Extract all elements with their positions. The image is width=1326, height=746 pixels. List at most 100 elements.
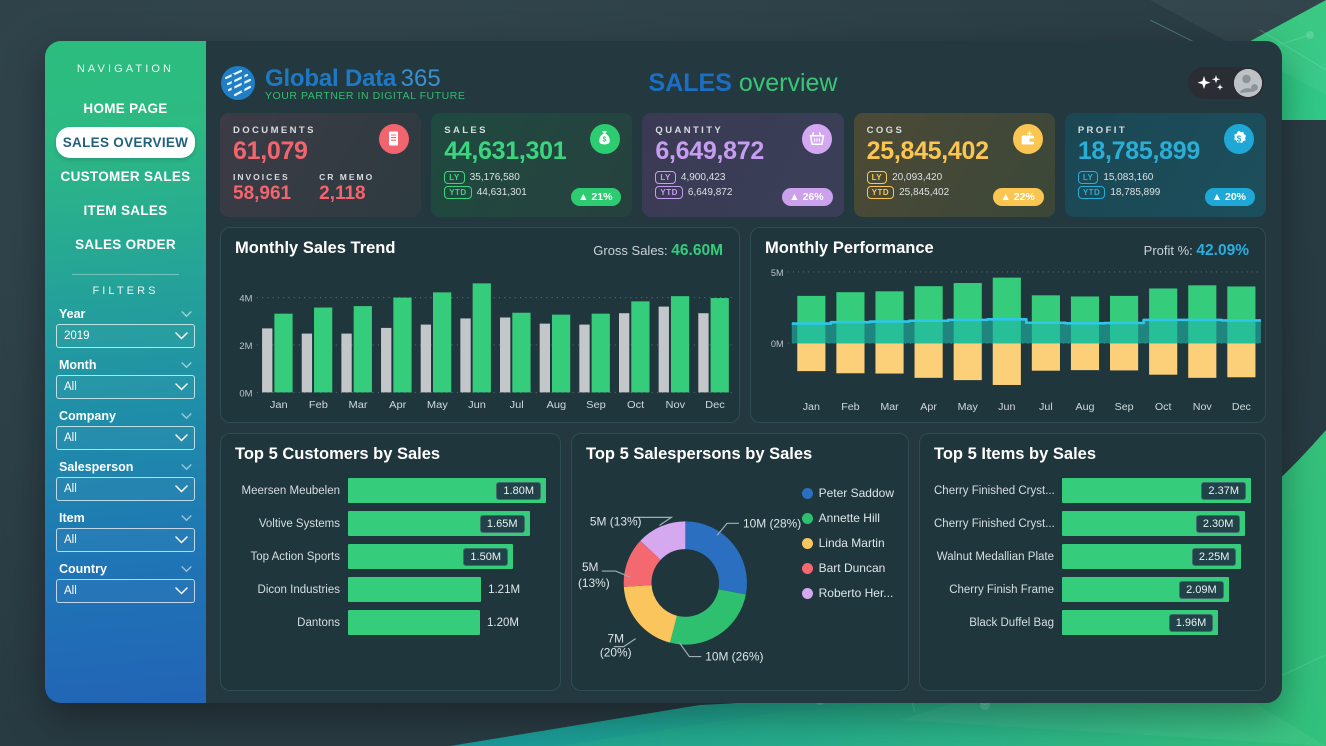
svg-text:0M: 0M	[239, 389, 252, 399]
chevron-down-icon	[175, 383, 188, 391]
filter-year: Year 2019	[56, 307, 195, 348]
legend-item[interactable]: Roberto Her...	[801, 586, 894, 600]
bar-fill: 2.09M	[1062, 577, 1229, 602]
filter-value: 2019	[64, 330, 90, 342]
legend-label: Roberto Her...	[818, 586, 894, 600]
filters-list: Year 2019 Month All Company All Salesper…	[56, 307, 195, 603]
wallet-icon	[1012, 124, 1043, 154]
kpi-card-sales[interactable]: SALES 44,631,301 $ LY 35,176,580 YTD 44,…	[431, 113, 633, 217]
bar-row[interactable]: Dicon Industries 1.21M	[235, 577, 546, 602]
bar-row[interactable]: Cherry Finish Frame 2.09M	[934, 577, 1251, 602]
receipt-icon	[379, 124, 410, 154]
legend-item[interactable]: Annette Hill	[801, 511, 894, 525]
bar-row[interactable]: Black Duffel Bag 1.96M	[934, 610, 1251, 635]
kpi-card-cogs[interactable]: COGS 25,845,402 LY 20,093,420 YTD 25,845…	[853, 113, 1055, 217]
ytd-tag: YTD	[866, 186, 895, 199]
kpi-ly-row: LY 15,083,160	[1077, 171, 1253, 184]
filter-select-year[interactable]: 2019	[56, 324, 195, 348]
top-salespersons-card: Top 5 Salespersons by Sales 10M (28%) 10M…	[571, 433, 909, 691]
filter-label-row: Country	[56, 562, 195, 579]
kpi-sub-value: 2,118	[319, 183, 366, 204]
ai-assistant-button[interactable]	[1188, 67, 1264, 99]
kpi-subcol: INVOICES 58,961	[233, 172, 291, 205]
user-avatar[interactable]	[1234, 69, 1262, 97]
kpi-card-profit[interactable]: PROFIT 18,785,899 $ LY 15,083,160 YTD 18…	[1064, 113, 1267, 217]
sidebar-item-item-sales[interactable]: ITEM SALES	[56, 195, 195, 226]
ly-tag: LY	[444, 171, 465, 184]
filter-select-country[interactable]: All	[56, 579, 195, 603]
navigation-header: NAVIGATION	[76, 63, 175, 75]
bar-row[interactable]: Cherry Finished Cryst... 2.37M	[934, 478, 1251, 503]
chevron-down-icon	[181, 412, 192, 419]
bar-track: 2.37M	[1062, 478, 1251, 503]
bar-row[interactable]: Dantons 1.20M	[235, 610, 546, 635]
kpi-ly-row: LY 35,176,580	[444, 171, 619, 184]
bar-category-label: Cherry Finish Frame	[949, 583, 1054, 596]
kpi-delta-badge: ▲ 20%	[1204, 188, 1256, 206]
svg-text:$: $	[1237, 135, 1242, 144]
chevron-down-icon	[181, 310, 192, 317]
kpi-delta-badge: ▲ 22%	[993, 188, 1044, 206]
logo-name-light: 365	[400, 64, 441, 92]
filter-select-month[interactable]: All	[56, 375, 195, 399]
bar-fill: 1.65M	[348, 511, 530, 536]
globe-logo-icon	[221, 66, 255, 100]
chevron-down-icon	[175, 485, 188, 493]
svg-text:Sep: Sep	[586, 399, 606, 411]
bar-value-label: 2.37M	[1201, 481, 1246, 500]
bar-row[interactable]: Walnut Medallian Plate 2.25M	[934, 544, 1251, 569]
filter-select-item[interactable]: All	[56, 528, 195, 552]
legend-item[interactable]: Linda Martin	[801, 536, 894, 550]
sidebar-item-sales-overview[interactable]: SALES OVERVIEW	[56, 127, 195, 158]
filter-value: All	[64, 585, 77, 597]
legend-item[interactable]: Peter Saddow	[801, 486, 894, 500]
filter-select-company[interactable]: All	[56, 426, 195, 450]
top-customers-bar-list: Meersen Meubelen 1.80M Voltive Systems 1…	[235, 478, 546, 635]
svg-text:Aug: Aug	[1075, 401, 1094, 413]
bar-category-label: Walnut Medallian Plate	[936, 550, 1054, 563]
profit-pct-kpi: Profit %: 42.09%	[1144, 242, 1249, 260]
legend-item[interactable]: Bart Duncan	[801, 561, 894, 575]
profit-pct-value: 42.09%	[1196, 242, 1249, 259]
sidebar-item-home-page[interactable]: HOME PAGE	[56, 93, 195, 124]
kpi-subcol: CR MEMO 2,118	[319, 172, 374, 205]
bar-row[interactable]: Voltive Systems 1.65M	[235, 511, 546, 536]
ytd-tag: YTD	[655, 186, 683, 199]
bar-row[interactable]: Meersen Meubelen 1.80M	[235, 478, 546, 503]
filter-label: Salesperson	[59, 460, 134, 474]
dollar-badge-icon: $	[1224, 124, 1255, 154]
monthly-performance-plot[interactable]: 0M 5M Jan Feb Mar Apr May Jun Jul Aug Sep Oct Nov Dec	[751, 264, 1265, 422]
bar-row[interactable]: Cherry Finished Cryst... 2.30M	[934, 511, 1251, 536]
monthly-sales-trend-plot[interactable]: 0M 2M 4M Jan Feb Mar Apr May Jun Jul Aug Sep Oct Nov D…	[221, 264, 739, 422]
svg-text:Nov: Nov	[1193, 401, 1213, 413]
svg-text:May: May	[427, 399, 449, 411]
chevron-down-icon	[181, 361, 192, 368]
bar-category-label: Top Action Sports	[250, 550, 341, 563]
kpi-sub-label: INVOICES	[233, 172, 290, 182]
legend-color-dot	[801, 587, 813, 599]
sidebar-item-sales-order[interactable]: SALES ORDER	[56, 229, 195, 260]
kpi-card-documents[interactable]: DOCUMENTS 61,079 INVOICES 58,961 CR MEMO…	[220, 113, 422, 217]
kpi-sub-label: CR MEMO	[319, 172, 375, 182]
sidebar-item-customer-sales[interactable]: CUSTOMER SALES	[56, 161, 195, 192]
filter-value: All	[64, 381, 77, 393]
bar-track: 1.65M	[348, 511, 546, 536]
card-title: Top 5 Salespersons by Sales	[586, 445, 813, 463]
filter-label-row: Month	[56, 358, 195, 375]
chevron-down-icon	[175, 434, 188, 442]
legend-color-dot	[801, 562, 813, 574]
ytd-tag: YTD	[1077, 186, 1106, 199]
filter-value: All	[64, 534, 77, 546]
bar-track: 2.09M	[1062, 577, 1251, 602]
bar-row[interactable]: Top Action Sports 1.50M	[235, 544, 546, 569]
filter-select-salesperson[interactable]: All	[56, 477, 195, 501]
filter-label-row: Item	[56, 511, 195, 528]
kpi-card-quantity[interactable]: QUANTITY 6,649,872 LY 4,900,423 YTD 6,64…	[642, 113, 844, 217]
top-customers-card: Top 5 Customers by Sales Meersen Meubele…	[220, 433, 561, 691]
filter-country: Country All	[56, 562, 195, 603]
bar-track: 1.50M	[348, 544, 546, 569]
bar-fill: 2.25M	[1062, 544, 1242, 569]
chevron-down-icon	[175, 536, 188, 544]
donut-legend: Peter Saddow Annette Hill Linda Martin B…	[801, 486, 894, 600]
brand-logo: Global Data 365 YOUR PARTNER IN DIGITAL …	[220, 65, 465, 102]
